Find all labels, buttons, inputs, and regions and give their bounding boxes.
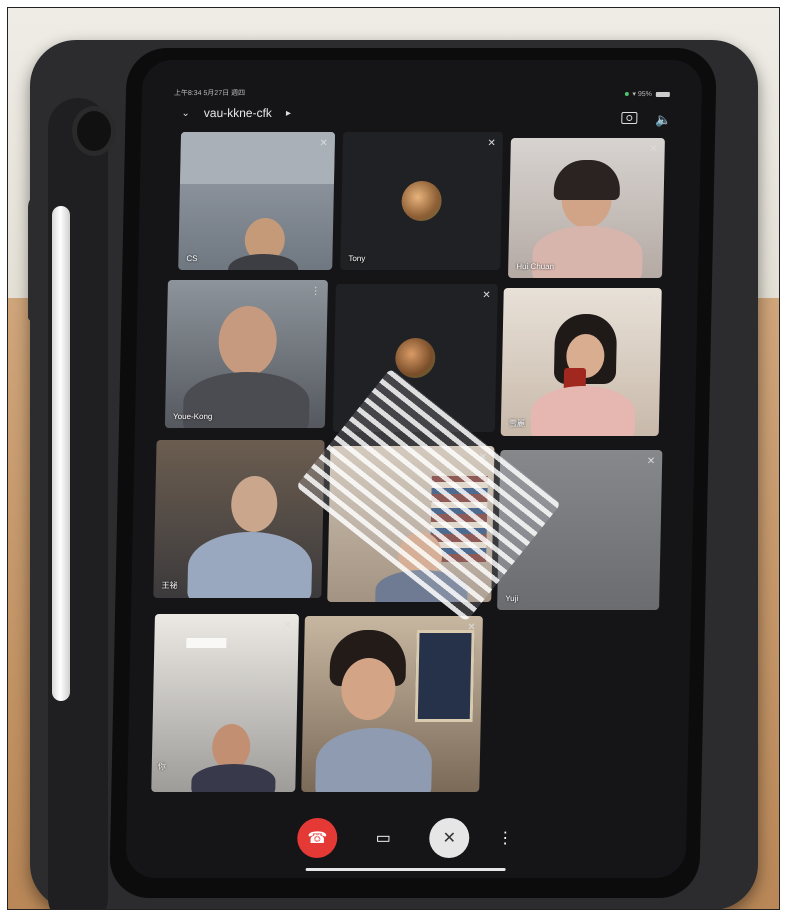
- stylus-pencil: [52, 206, 70, 701]
- participant-body: [187, 532, 313, 598]
- participant-tile[interactable]: Tony ✕: [340, 132, 504, 270]
- participant-name: Hui Chuan: [516, 262, 555, 271]
- avatar: [401, 181, 443, 221]
- photo-frame: 上午8:34 5月27日 週四 ▾ 95% ⌄ vau-kkne-cfk ▸ 🔈…: [7, 7, 780, 910]
- mic-off-icon: ✕: [487, 138, 496, 149]
- mic-off-icon: ✕: [649, 144, 658, 155]
- tablet-screen: 上午8:34 5月27日 週四 ▾ 95% ⌄ vau-kkne-cfk ▸ 🔈…: [125, 60, 703, 878]
- active-dot-icon: [624, 92, 629, 96]
- mic-off-icon: ✕: [482, 290, 491, 301]
- participant-face: [340, 658, 397, 720]
- status-time: 上午8:34 5月27日 週四: [173, 90, 246, 97]
- mic-off-icon: ✕: [319, 138, 328, 149]
- more-vert-icon: ⋮: [497, 830, 514, 847]
- participant-tile[interactable]: 雪麗 ✕: [500, 288, 662, 436]
- end-call-button[interactable]: ☎: [296, 818, 338, 858]
- participant-body: [530, 386, 636, 436]
- home-indicator[interactable]: [305, 868, 506, 871]
- participant-tile[interactable]: 你 ✕: [151, 614, 299, 792]
- chevron-down-icon[interactable]: ⌄: [181, 108, 190, 119]
- window: [414, 630, 475, 722]
- battery-icon: [655, 91, 670, 97]
- participant-tile[interactable]: CS ✕: [178, 132, 336, 270]
- mic-toggle-button[interactable]: ✕: [428, 818, 470, 858]
- mic-off-icon: ✕: [646, 294, 655, 305]
- participant-face: [217, 306, 278, 376]
- phone-hangup-icon: ☎: [307, 830, 328, 847]
- participant-tile[interactable]: ✕: [301, 616, 483, 792]
- battery-percent: 95%: [637, 91, 652, 98]
- wifi-icon: ▾: [632, 91, 636, 98]
- participant-name: Yuji: [505, 594, 519, 603]
- video-camera-icon: ▭: [375, 830, 392, 847]
- pencil-holder: [72, 106, 116, 156]
- top-right-actions: 🔈: [621, 112, 672, 128]
- speaker-icon[interactable]: 🔈: [655, 112, 672, 128]
- avatar: [394, 338, 436, 378]
- participant-name: CS: [186, 254, 198, 263]
- ceiling-light: [186, 638, 227, 648]
- participant-name: Tony: [348, 254, 366, 263]
- chevron-right-icon[interactable]: ▸: [286, 108, 291, 119]
- mic-off-icon: ✕: [646, 456, 656, 467]
- meeting-code[interactable]: vau-kkne-cfk: [204, 106, 272, 120]
- video-toggle-button[interactable]: ▭: [363, 818, 404, 858]
- participant-tile[interactable]: Youe-Kong ⋮: [164, 280, 328, 428]
- room-wall: [179, 132, 336, 184]
- mic-off-icon: ✕: [283, 620, 292, 631]
- more-options-button[interactable]: ⋮: [495, 818, 516, 858]
- participant-tile[interactable]: Hui Chuan ✕: [508, 138, 665, 278]
- participant-body: [315, 728, 433, 792]
- call-controls: ☎ ▭ ✕ ⋮: [126, 818, 687, 858]
- status-indicators: ▾ 95%: [624, 90, 670, 98]
- participant-name: 你: [157, 762, 166, 771]
- participant-name: Youe-Kong: [173, 412, 213, 421]
- participant-body: [191, 764, 276, 792]
- participant-name: 王祕: [161, 581, 178, 590]
- audio-level-icon: ⋮: [310, 286, 321, 297]
- participant-body: [227, 254, 299, 270]
- mic-off-icon: ✕: [442, 830, 457, 847]
- switch-camera-icon[interactable]: [621, 112, 638, 124]
- participant-face: [230, 476, 278, 532]
- participant-tile[interactable]: 王祕: [153, 440, 325, 598]
- meeting-header[interactable]: ⌄ vau-kkne-cfk ▸: [181, 106, 291, 120]
- participant-name: 雪麗: [508, 419, 526, 428]
- participant-hair: [553, 160, 621, 200]
- mic-off-icon: ✕: [467, 622, 476, 633]
